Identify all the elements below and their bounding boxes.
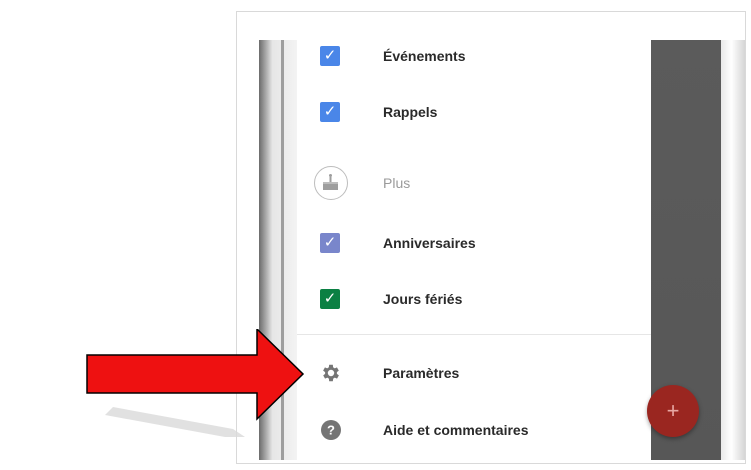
screenshot-frame: ✓ Événements ✓ Rappels Plus ✓ Anniversai…	[236, 11, 746, 464]
add-event-fab[interactable]: +	[647, 385, 699, 437]
svg-text:?: ?	[327, 423, 335, 438]
menu-item-label: Aide et commentaires	[383, 422, 529, 438]
menu-item-evenements[interactable]: ✓ Événements	[297, 36, 651, 76]
menu-item-aide[interactable]: ? Aide et commentaires	[297, 410, 651, 450]
menu-item-label: Événements	[383, 48, 466, 64]
menu-item-rappels[interactable]: ✓ Rappels	[297, 92, 651, 132]
red-annotation-arrow	[85, 327, 310, 439]
checkbox-checked-icon[interactable]: ✓	[320, 46, 340, 66]
menu-item-label: Paramètres	[383, 365, 460, 381]
menu-item-label: Rappels	[383, 104, 438, 120]
help-icon: ?	[320, 419, 342, 441]
menu-item-label: Plus	[383, 175, 411, 191]
menu-item-anniversaires[interactable]: ✓ Anniversaires	[297, 223, 651, 263]
menu-item-label: Anniversaires	[383, 235, 476, 251]
menu-item-parametres[interactable]: Paramètres	[297, 353, 651, 393]
menu-divider	[297, 334, 651, 335]
birthday-cake-icon	[314, 166, 348, 200]
checkbox-checked-icon[interactable]: ✓	[320, 233, 340, 253]
menu-item-plus[interactable]: Plus	[297, 163, 651, 203]
background-app-edge-right	[721, 40, 745, 460]
menu-item-jours-feries[interactable]: ✓ Jours fériés	[297, 279, 651, 319]
navigation-drawer: ✓ Événements ✓ Rappels Plus ✓ Anniversai…	[297, 12, 651, 463]
gear-icon	[320, 362, 342, 384]
checkbox-checked-icon[interactable]: ✓	[320, 289, 340, 309]
checkbox-checked-icon[interactable]: ✓	[320, 102, 340, 122]
menu-item-label: Jours fériés	[383, 291, 463, 307]
